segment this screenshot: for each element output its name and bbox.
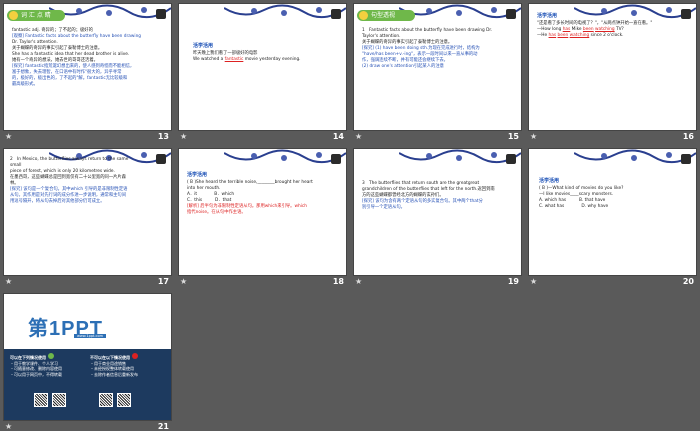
section-title: 活学活用 (537, 13, 558, 19)
floral-ornament (49, 4, 171, 19)
speaker-icon (506, 9, 516, 19)
speaker-icon (681, 154, 691, 164)
slide-number: 17 (157, 277, 169, 286)
slide-19-thumbnail[interactable]: 3 The butterflies that return south are … (354, 149, 521, 275)
floral-ornament (399, 4, 521, 19)
slide-13-thumbnail[interactable]: 词 汇 点 睛 fantastic adj. 奇异的；了不起的；极好的 [观察]… (4, 4, 171, 130)
slide-14-cell[interactable]: 活学活用 昨天晚上我们看了一部极好的电影 We watched a fantas… (175, 0, 350, 145)
slide-18-thumbnail[interactable]: 活学活用 ( B )She heard the terrible noise,_… (179, 149, 346, 275)
floral-ornament (224, 4, 346, 19)
slide-17-thumbnail[interactable]: 2 In Mexico, the butterflies always retu… (4, 149, 171, 275)
qr-code-icon (117, 393, 131, 407)
slide-number: 20 (682, 277, 694, 286)
floral-ornament (574, 149, 696, 164)
slide-number: 14 (332, 132, 344, 141)
section-title: 活学活用 (539, 178, 560, 184)
slide-21-thumbnail[interactable]: 第1PPT www.1ppt.com 可以在下列情况使用 ・用于教学课件、个人学… (4, 294, 171, 420)
section-heading: 句型透视 (357, 10, 415, 21)
speaker-icon (156, 154, 166, 164)
qr-code-icon (52, 393, 66, 407)
cross-icon (132, 353, 138, 359)
slide-number: 15 (507, 132, 519, 141)
section-title: 活学活用 (193, 43, 214, 49)
slide-18-cell[interactable]: 活学活用 ( B )She heard the terrible noise,_… (175, 145, 350, 290)
slide-transition-icon: ★ (530, 277, 538, 286)
speaker-icon (331, 9, 341, 19)
qr-code-icon (34, 393, 48, 407)
usage-panel: 可以在下列情况使用 ・用于教学课件、个人学习 ・可随意修改、删除内容使用 ・可以… (4, 349, 171, 420)
slide-body: ( B )—What kind of movies do you like? —… (539, 186, 624, 209)
slide-number: 16 (682, 132, 694, 141)
floral-ornament (399, 149, 521, 164)
check-icon (48, 353, 54, 359)
slide-13-cell[interactable]: 词 汇 点 睛 fantastic adj. 奇异的；了不起的；极好的 [观察]… (0, 0, 175, 145)
slide-19-cell[interactable]: 3 The butterflies that return south are … (350, 145, 525, 290)
slide-body: 2 In Mexico, the butterflies always retu… (10, 157, 129, 204)
slide-transition-icon: ★ (355, 132, 363, 141)
slide-15-thumbnail[interactable]: 句型透视 1 Fantastic facts about the butterf… (354, 4, 521, 130)
slide-14-thumbnail[interactable]: 活学活用 昨天晚上我们看了一部极好的电影 We watched a fantas… (179, 4, 346, 130)
slide-transition-icon: ★ (5, 132, 13, 141)
section-heading: 词 汇 点 睛 (7, 10, 65, 21)
slide-body: "还是看了多长时间的电视了？"，"从两点钟开始一直在看。" —How long … (537, 21, 653, 38)
slide-transition-icon: ★ (530, 132, 538, 141)
slide-transition-icon: ★ (180, 132, 188, 141)
slide-body: 3 The butterflies that return south are … (362, 181, 495, 210)
slide-body: ( B )She heard the terrible noise,______… (187, 180, 313, 215)
floral-ornament (574, 4, 696, 19)
slide-16-thumbnail[interactable]: 活学活用 "还是看了多长时间的电视了？"，"从两点钟开始一直在看。" —How … (529, 4, 696, 130)
forbidden-uses: 不可以在以下情况使用 ・用于商业用途销售 ・未经授权整体转载使用 ・去除作者信息… (90, 353, 138, 377)
slide-body: 昨天晚上我们看了一部极好的电影 We watched a fantastic m… (193, 51, 301, 62)
qr-code-icon (99, 393, 113, 407)
slide-16-cell[interactable]: 活学活用 "还是看了多长时间的电视了？"，"从两点钟开始一直在看。" —How … (525, 0, 700, 145)
slide-transition-icon: ★ (355, 277, 363, 286)
speaker-icon (681, 9, 691, 19)
section-title: 活学活用 (187, 172, 208, 178)
slide-number: 21 (157, 422, 169, 431)
slide-transition-icon: ★ (180, 277, 188, 286)
slide-21-cell[interactable]: 第1PPT www.1ppt.com 可以在下列情况使用 ・用于教学课件、个人学… (0, 290, 175, 431)
slide-15-cell[interactable]: 句型透视 1 Fantastic facts about the butterf… (350, 0, 525, 145)
slide-body: fantastic adj. 奇异的；了不起的；极好的 [观察] Fantast… (12, 28, 142, 87)
slide-20-thumbnail[interactable]: 活学活用 ( B )—What kind of movies do you li… (529, 149, 696, 275)
slide-body: 1 Fantastic facts about the butterfly ha… (362, 28, 493, 69)
slide-number: 13 (157, 132, 169, 141)
ppt-logo-url: www.1ppt.com (74, 334, 107, 338)
slide-sorter-grid: 词 汇 点 睛 fantastic adj. 奇异的；了不起的；极好的 [观察]… (0, 0, 700, 431)
floral-ornament (224, 149, 346, 164)
slide-20-cell[interactable]: 活学活用 ( B )—What kind of movies do you li… (525, 145, 700, 290)
speaker-icon (331, 154, 341, 164)
allowed-uses: 可以在下列情况使用 ・用于教学课件、个人学习 ・可随意修改、删除内容使用 ・可以… (10, 353, 62, 377)
slide-transition-icon: ★ (5, 422, 13, 431)
slide-17-cell[interactable]: 2 In Mexico, the butterflies always retu… (0, 145, 175, 290)
slide-number: 19 (507, 277, 519, 286)
speaker-icon (506, 154, 516, 164)
speaker-icon (156, 9, 166, 19)
slide-transition-icon: ★ (5, 277, 13, 286)
slide-number: 18 (332, 277, 344, 286)
